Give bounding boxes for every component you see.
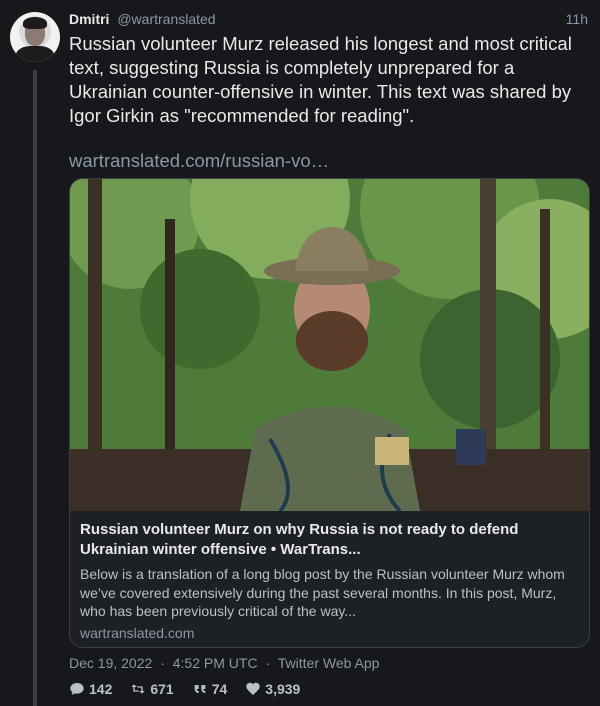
retweet-count: 671	[150, 681, 174, 697]
thread-line	[33, 70, 37, 706]
tweet-header: Dmitri @wartranslated 11h	[69, 11, 588, 31]
reply-button[interactable]: 142	[69, 681, 112, 697]
tweet-clock-time[interactable]: 4:52 PM UTC	[173, 655, 258, 671]
tweet-text: Russian volunteer Murz released his long…	[69, 33, 572, 126]
like-count: 3,939	[265, 681, 301, 697]
like-button[interactable]: 3,939	[245, 681, 300, 697]
meta-separator: ·	[265, 655, 271, 671]
tweet-time[interactable]: 11h	[566, 11, 588, 27]
reply-count: 142	[89, 681, 113, 697]
avatar-hair	[23, 17, 47, 29]
author-handle[interactable]: @wartranslated	[117, 11, 215, 27]
tweet-date[interactable]: Dec 19, 2022	[69, 655, 152, 671]
quote-count: 74	[211, 681, 228, 697]
quote-icon	[194, 685, 206, 693]
tweet-meta: Dec 19, 2022 · 4:52 PM UTC · Twitter Web…	[69, 655, 379, 671]
heart-icon	[246, 682, 260, 695]
card-image[interactable]	[70, 179, 589, 511]
card-description: Below is a translation of a long blog po…	[80, 566, 565, 619]
card-body[interactable]: Russian volunteer Murz on why Russia is …	[70, 511, 589, 647]
avatar[interactable]	[10, 12, 60, 62]
card-title[interactable]: Russian volunteer Murz on why Russia is …	[80, 520, 581, 560]
author-name[interactable]: Dmitri	[69, 11, 109, 27]
tweet-source: Twitter Web App	[277, 655, 380, 671]
retweet-icon	[131, 684, 146, 694]
avatar-shirt	[16, 46, 54, 62]
quote-button[interactable]: 74	[192, 681, 228, 697]
retweet-button[interactable]: 671	[130, 681, 174, 697]
comment-icon	[70, 683, 84, 695]
tweet-link[interactable]: wartranslated.com/russian-vo…	[69, 150, 329, 172]
card-domain: wartranslated.com	[80, 624, 195, 641]
link-card[interactable]: Russian volunteer Murz on why Russia is …	[69, 178, 590, 648]
tweet-actions: 142 671 74 3,939	[69, 681, 318, 697]
meta-separator: ·	[160, 655, 165, 671]
